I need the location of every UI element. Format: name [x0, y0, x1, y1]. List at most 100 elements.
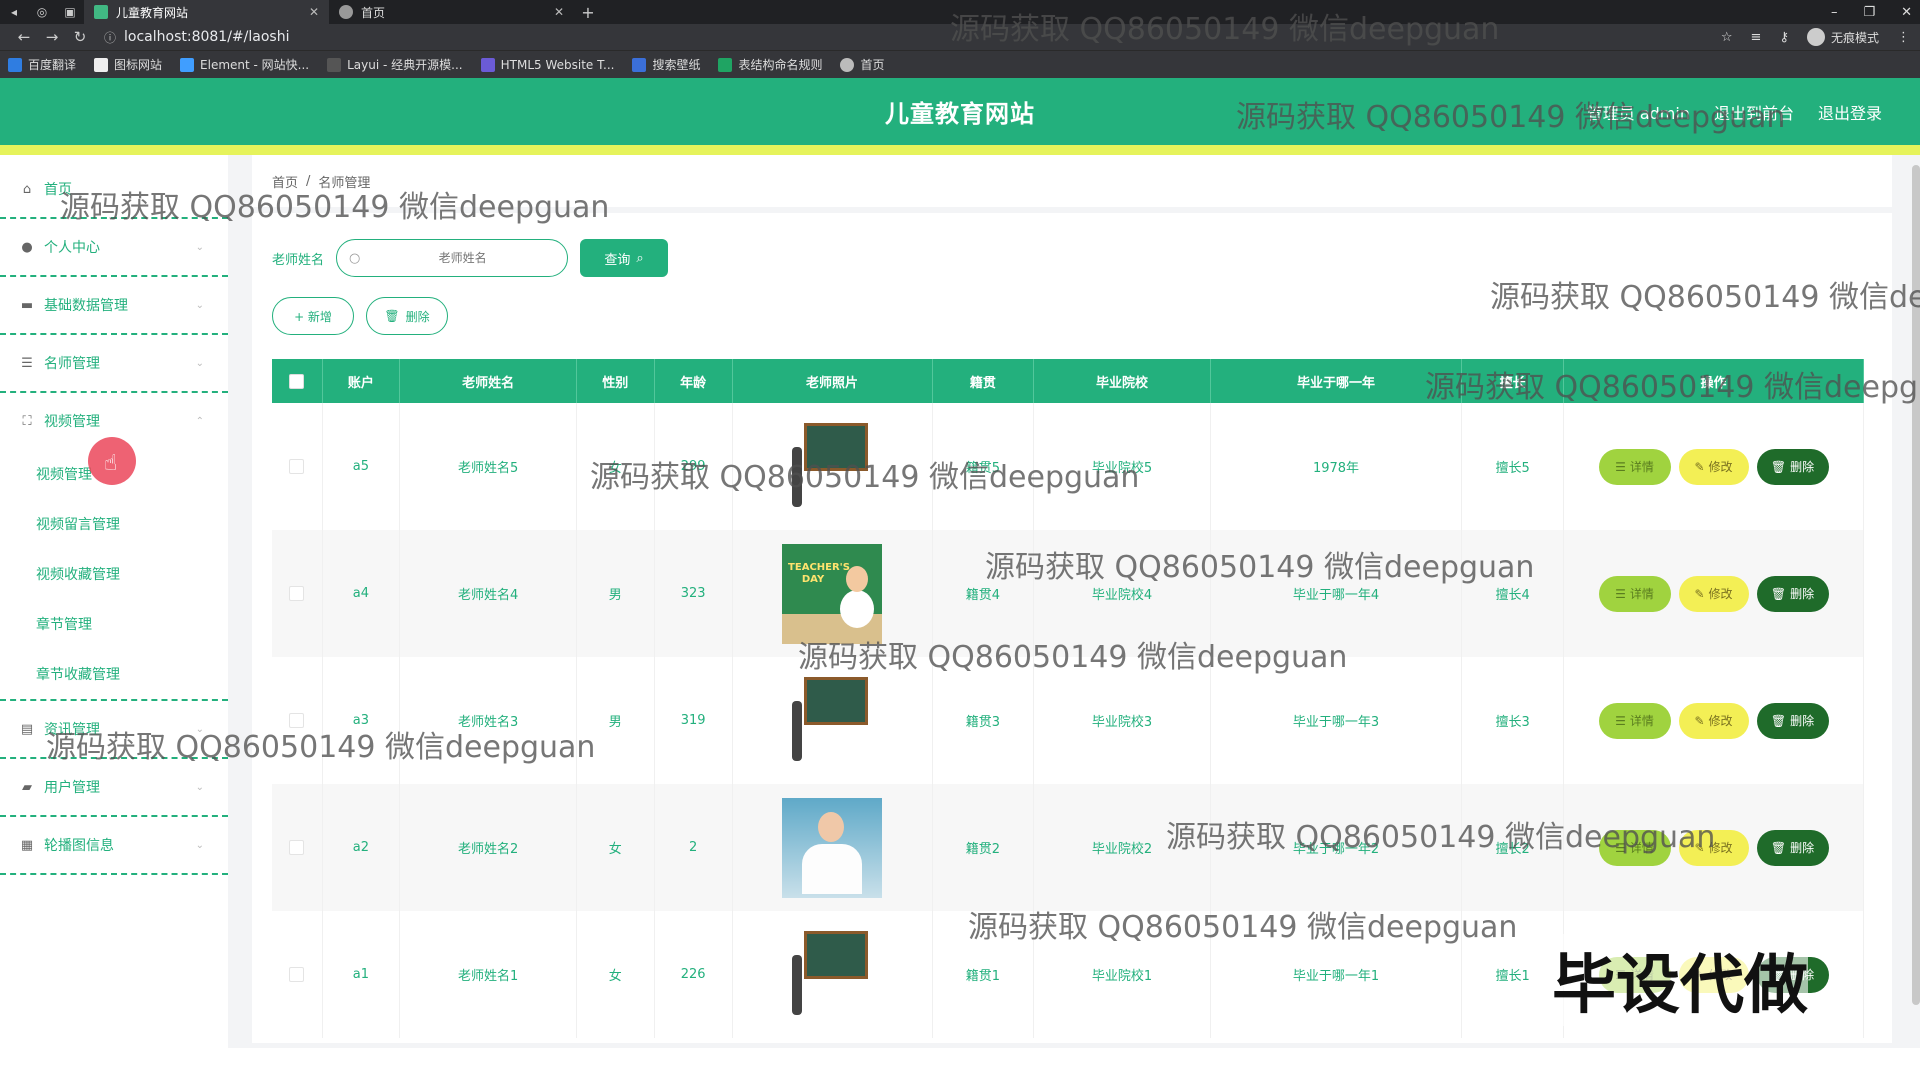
wallpaper-icon	[632, 57, 647, 72]
add-button[interactable]: + 新增	[272, 297, 354, 335]
bookmark-item[interactable]: Layui - 经典开源模...	[327, 56, 463, 73]
trash-icon: 🗑︎	[384, 309, 400, 323]
edit-button[interactable]: ✎修改	[1678, 575, 1749, 612]
cell-photo	[732, 403, 933, 530]
batch-delete-button[interactable]: 🗑︎ 删除	[366, 297, 448, 335]
cell-gender: 女	[576, 784, 655, 911]
breadcrumb-home[interactable]: 首页	[272, 172, 298, 191]
scrollbar-thumb[interactable]	[1912, 165, 1920, 1005]
browser-logo-icon[interactable]: ◎	[28, 5, 56, 19]
key-icon[interactable]: ⚷	[1779, 30, 1789, 45]
edit-button[interactable]: ✎修改	[1678, 829, 1749, 866]
delete-button[interactable]: 🗑︎删除	[1756, 575, 1829, 612]
forward-icon[interactable]: →	[38, 28, 66, 46]
delete-button[interactable]: 🗑︎删除	[1756, 702, 1829, 739]
sidebar-item-home[interactable]: ⌂ 首页	[0, 161, 228, 217]
minimize-icon[interactable]: –	[1831, 5, 1838, 20]
sidebar-item-news[interactable]: ▤ 资讯管理 ⌄	[0, 701, 228, 757]
detail-button-label: 详情	[1629, 714, 1654, 728]
bookmark-item[interactable]: Element - 网站快...	[180, 56, 309, 73]
chevron-down-icon: ⌄	[195, 357, 204, 369]
sidebar-item-users[interactable]: ▰ 用户管理 ⌄	[0, 759, 228, 815]
cell-skill: 擅长3	[1461, 657, 1564, 784]
submenu-chapters[interactable]: 章节管理	[0, 599, 228, 649]
detail-button[interactable]: ☰详情	[1598, 575, 1671, 612]
url-field[interactable]: ⓘ localhost:8081/#/laoshi	[94, 29, 1721, 46]
teacher-photo	[782, 924, 883, 1025]
detail-button[interactable]: ☰详情	[1598, 448, 1671, 485]
reload-icon[interactable]: ↻	[66, 28, 94, 46]
row-checkbox[interactable]	[289, 967, 305, 982]
bookmark-item[interactable]: 搜索壁纸	[632, 56, 700, 73]
bookmark-item[interactable]: HTML5 Website T...	[480, 57, 614, 72]
info-icon[interactable]: ⓘ	[104, 29, 116, 46]
submenu-chapter-favorites[interactable]: 章节收藏管理	[0, 649, 228, 699]
edit-button[interactable]: ✎修改	[1678, 448, 1749, 485]
delete-button[interactable]: 🗑︎删除	[1756, 829, 1829, 866]
document-icon: ☰	[1615, 713, 1626, 728]
speaker-icon[interactable]: ◂	[0, 5, 28, 19]
row-checkbox[interactable]	[289, 713, 305, 728]
restore-icon[interactable]: ❐	[1863, 5, 1875, 20]
close-window-icon[interactable]: ✕	[1901, 5, 1912, 20]
tab-title: 首页	[361, 5, 386, 20]
sidebar-item-teachers[interactable]: ☰ 名师管理 ⌄	[0, 335, 228, 391]
incognito-label: 无痕模式	[1830, 30, 1879, 45]
delete-button[interactable]: 🗑︎删除	[1756, 448, 1829, 485]
submenu-video-comments[interactable]: 视频留言管理	[0, 499, 228, 549]
detail-button[interactable]: ☰详情	[1598, 829, 1671, 866]
logout-link[interactable]: 退出登录	[1818, 100, 1882, 124]
tab-app[interactable]: 儿童教育网站 ✕	[84, 0, 329, 24]
cell-actions: ☰详情✎修改🗑︎删除	[1563, 530, 1864, 657]
content-panel: 老师姓名 ○ 查询 ⌕ + 新增 🗑︎删除 账户	[252, 213, 1892, 1043]
browser-tabbar: ◂ ◎ ▣ 儿童教育网站 ✕ 首页 ✕ + – ❐ ✕	[0, 0, 1920, 24]
bookmark-item[interactable]: 表结构命名规则	[718, 56, 822, 73]
menu-icon[interactable]: ⋮	[1897, 30, 1910, 45]
column-header: 擅长	[1461, 359, 1564, 403]
detail-button[interactable]: ☰详情	[1598, 702, 1671, 739]
bookmarks-bar: 百度翻译 图标网站 Element - 网站快... Layui - 经典开源模…	[0, 50, 1920, 78]
bookmark-item[interactable]: 图标网站	[94, 56, 162, 73]
cell-photo	[732, 530, 933, 657]
edit-button-label: 修改	[1708, 460, 1733, 474]
to-front-link[interactable]: 退出到前台	[1714, 100, 1794, 124]
sidebar-item-carousel[interactable]: ▦ 轮播图信息 ⌄	[0, 817, 228, 873]
query-button[interactable]: 查询 ⌕	[580, 239, 669, 277]
row-checkbox[interactable]	[289, 586, 305, 601]
sidebar-item-profile[interactable]: ● 个人中心 ⌄	[0, 219, 228, 275]
reading-list-icon[interactable]: ≡	[1751, 30, 1762, 45]
scrollbar[interactable]	[1912, 155, 1920, 1048]
bookmark-item[interactable]: 百度翻译	[8, 56, 76, 73]
cell-age: 226	[654, 911, 733, 1038]
table-row: a3 老师姓名3 男 319 籍贯3 毕业院校3 毕业于哪一年3 擅长3 ☰ 详情 ✎ 修改 🗑︎ 删除	[272, 657, 1864, 784]
accent-strip	[0, 145, 1920, 155]
column-header: 毕业院校	[1033, 359, 1211, 403]
close-icon[interactable]: ✕	[554, 5, 564, 19]
cell-name: 老师姓名2	[399, 784, 577, 911]
select-all-checkbox[interactable]	[289, 373, 305, 389]
new-tab-icon[interactable]: +	[574, 3, 602, 22]
tab-home[interactable]: 首页 ✕	[329, 0, 574, 24]
row-select-cell	[272, 403, 323, 530]
row-checkbox[interactable]	[289, 840, 305, 855]
teacher-name-input[interactable]	[370, 251, 556, 265]
star-icon[interactable]: ☆	[1721, 30, 1733, 45]
row-checkbox[interactable]	[289, 459, 305, 474]
edit-button-label: 修改	[1708, 587, 1733, 601]
back-icon[interactable]: ←	[10, 28, 38, 46]
extension-icon[interactable]: ▣	[56, 5, 84, 19]
cell-year: 毕业于哪一年4	[1210, 530, 1463, 657]
cell-account: a4	[322, 530, 401, 657]
sidebar-item-base-data[interactable]: ▬ 基础数据管理 ⌄	[0, 277, 228, 333]
incognito-badge[interactable]: 无痕模式	[1806, 28, 1879, 46]
column-header: 年龄	[654, 359, 733, 403]
chat-icon: ▬	[20, 297, 34, 313]
cell-photo	[732, 657, 933, 784]
submenu-video-favorites[interactable]: 视频收藏管理	[0, 549, 228, 599]
bookmark-item[interactable]: 首页	[840, 56, 885, 73]
watermark-big-text: 毕设代做	[1552, 934, 1808, 1026]
cell-origin: 籍贯1	[932, 911, 1035, 1038]
close-icon[interactable]: ✕	[309, 5, 319, 19]
cell-photo	[732, 784, 933, 911]
edit-button[interactable]: ✎修改	[1678, 702, 1749, 739]
